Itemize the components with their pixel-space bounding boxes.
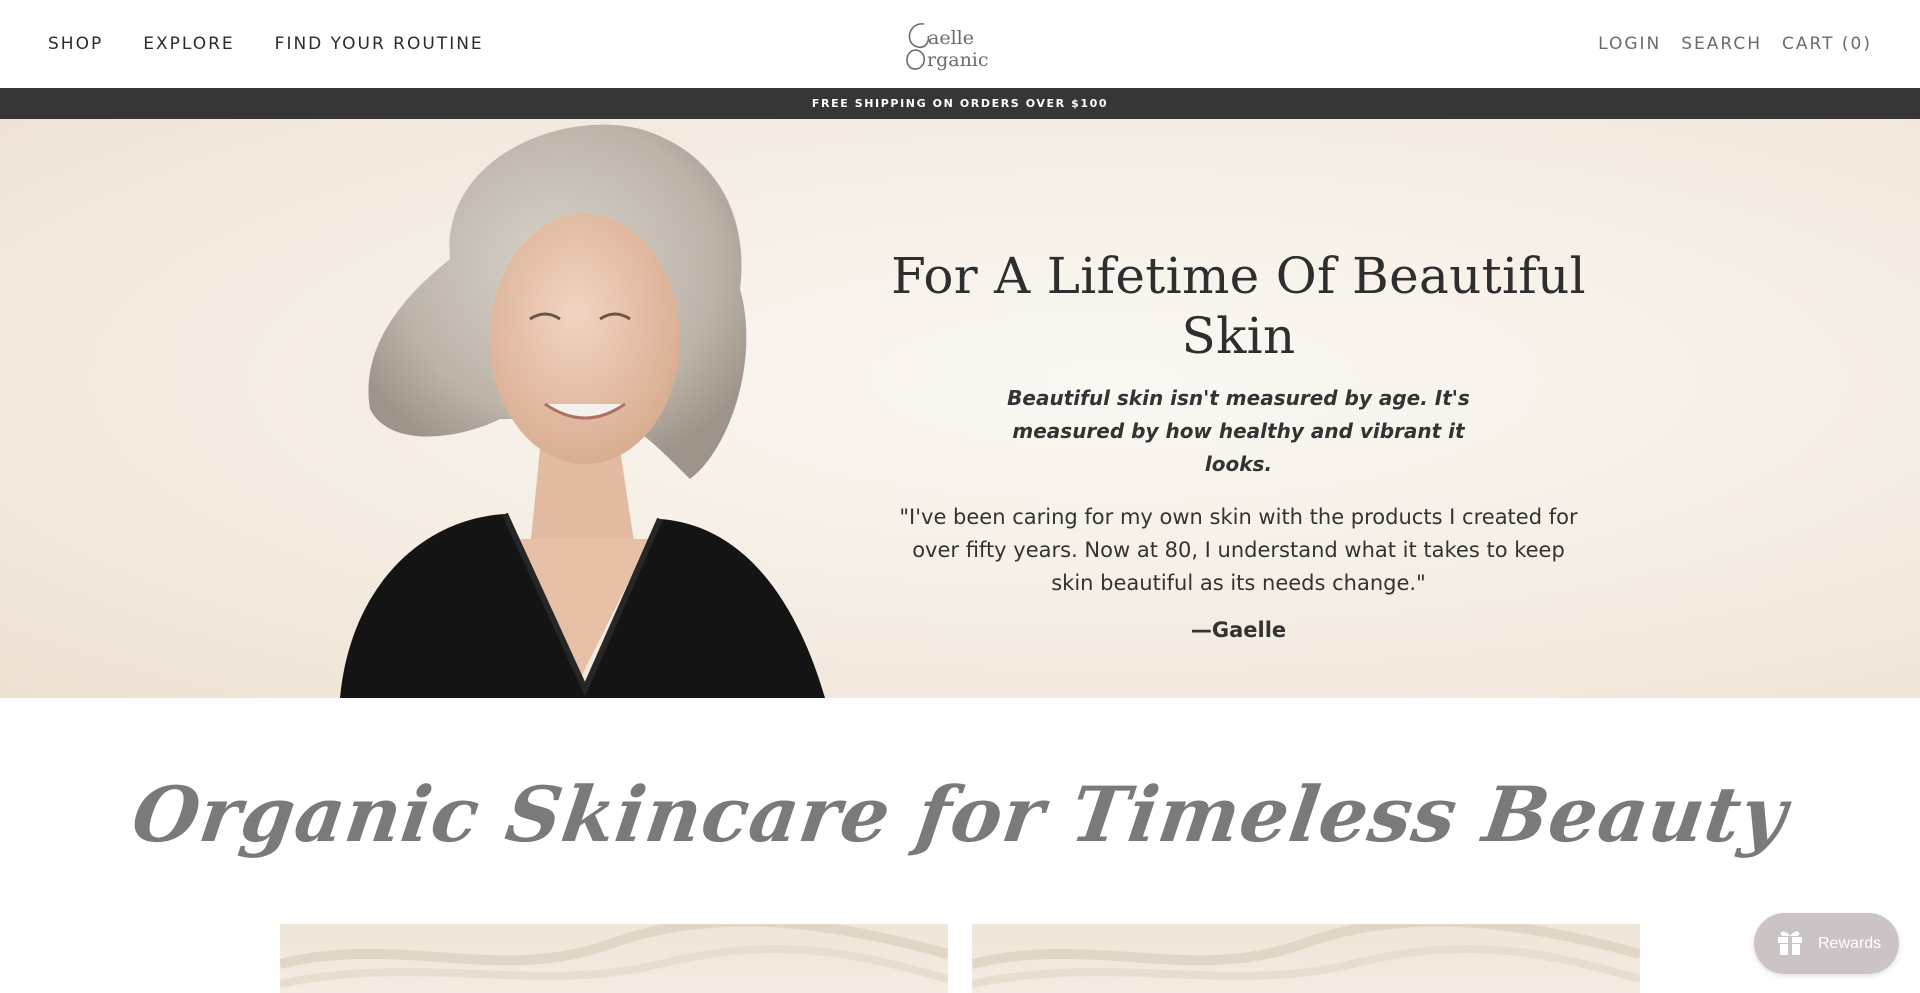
hero-copy: For A Lifetime Of Beautiful Skin Beautif… (880, 246, 1597, 642)
product-card-image (972, 924, 1640, 988)
section-title: Organic Skincare for Timeless Beauty (127, 770, 1793, 859)
announcement-text: FREE SHIPPING ON ORDERS OVER $100 (811, 97, 1109, 110)
search-link[interactable]: SEARCH (1681, 34, 1762, 54)
brand-logo-mark: aelle rganic (906, 23, 989, 71)
login-link[interactable]: LOGIN (1598, 34, 1661, 54)
nav-shop[interactable]: SHOP (48, 34, 103, 54)
hero-banner: For A Lifetime Of Beautiful Skin Beautif… (0, 119, 1920, 698)
product-card-image (280, 924, 948, 988)
rewards-label: Rewards (1818, 934, 1882, 952)
primary-nav: SHOP EXPLORE FIND YOUR ROUTINE (48, 0, 484, 88)
hero-subtitle: Beautiful skin isn't measured by age. It… (1007, 386, 1470, 476)
announcement-bar: FREE SHIPPING ON ORDERS OVER $100 (0, 88, 1920, 119)
product-card[interactable] (972, 924, 1640, 993)
hero-portrait-image (330, 119, 840, 698)
brand-logo[interactable]: aelle rganic (900, 14, 1020, 74)
cart-link[interactable]: CART (0) (1782, 34, 1872, 54)
site-header: SHOP EXPLORE FIND YOUR ROUTINE aelle rga… (0, 0, 1920, 88)
hero-signature: —Gaelle (1190, 618, 1287, 642)
product-card[interactable] (280, 924, 948, 993)
svg-text:rganic: rganic (927, 49, 989, 71)
nav-explore[interactable]: EXPLORE (143, 34, 234, 54)
svg-text:aelle: aelle (928, 27, 974, 49)
gift-icon (1776, 926, 1804, 961)
hero-quote: "I've been caring for my own skin with t… (899, 505, 1578, 595)
rewards-launcher-button[interactable]: Rewards (1754, 913, 1899, 974)
hero-title: For A Lifetime Of Beautiful Skin (891, 247, 1586, 365)
nav-find-your-routine[interactable]: FIND YOUR ROUTINE (275, 34, 484, 54)
account-nav: LOGIN SEARCH CART (0) (1598, 0, 1872, 88)
